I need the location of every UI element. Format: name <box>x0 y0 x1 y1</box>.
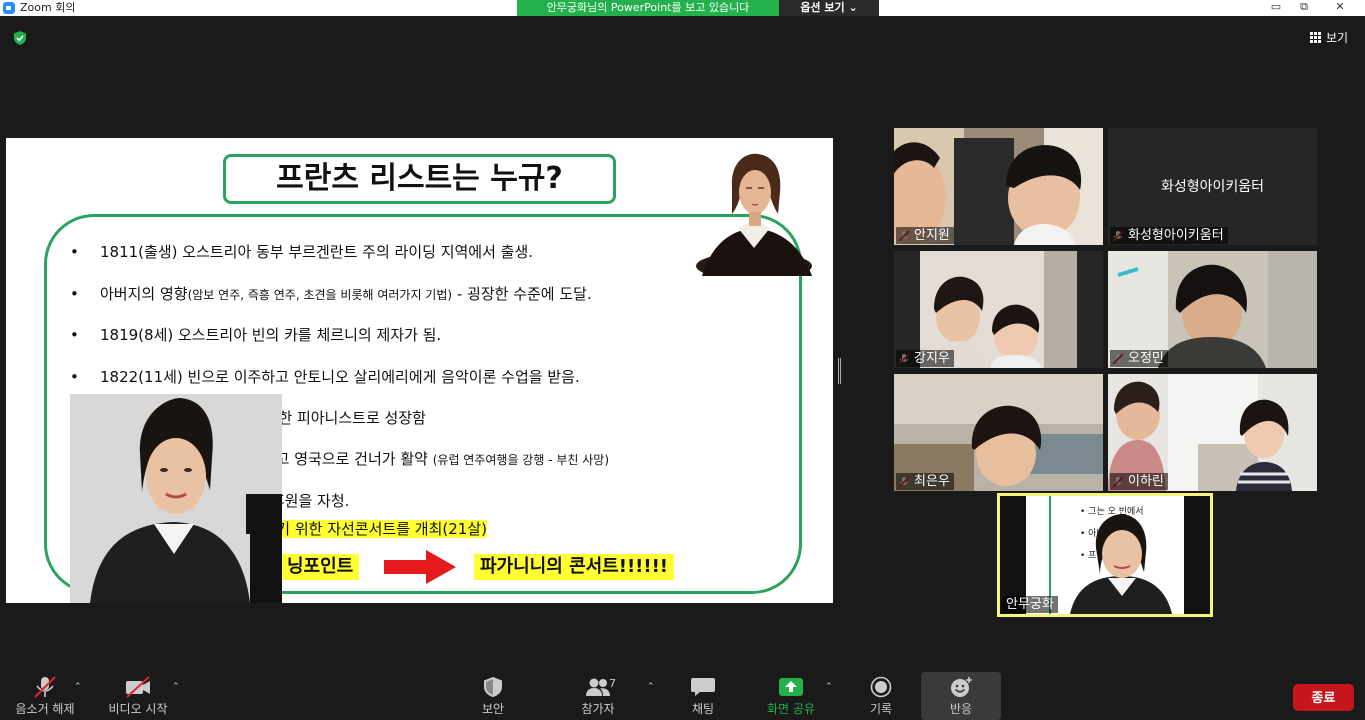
video-options-caret-icon[interactable]: ⌃ <box>172 682 180 692</box>
end-meeting-button[interactable]: 종료 <box>1293 684 1354 711</box>
participants-label: 참가자 <box>581 702 615 716</box>
participant-name: 안지원 <box>896 227 954 244</box>
red-arrow-icon <box>384 550 456 584</box>
view-menu-button[interactable]: 보기 <box>1310 29 1348 46</box>
zoom-meeting-window: Zoom 회의 안무궁화님의 PowerPoint를 보고 있습니다 옵션 보기… <box>0 0 1365 720</box>
video-camera-off-icon <box>126 676 150 698</box>
participant-tile[interactable]: 화성형아이키움터 화성형아이키움터 <box>1108 128 1317 245</box>
close-icon[interactable]: ✕ <box>1326 0 1354 16</box>
record-button[interactable]: 기록 <box>856 668 906 720</box>
view-options-button[interactable]: 옵션 보기 ⌄ <box>779 0 879 16</box>
encryption-shield-icon[interactable] <box>12 30 28 46</box>
participant-name: 오정민 <box>1110 350 1168 367</box>
window-title: Zoom 회의 <box>20 1 76 14</box>
microphone-muted-icon <box>34 676 56 698</box>
share-screen-icon <box>779 678 803 696</box>
participants-button[interactable]: 7 참가자 <box>573 668 623 720</box>
bullet-item: 아버지의 영향(암보 연주, 즉흥 연주, 초견을 비롯해 여러가지 기법) -… <box>70 284 592 305</box>
paganini-concert-text: 파가니니의 콘서트!!!!!! <box>474 554 674 580</box>
start-video-button[interactable]: 비디오 시작 <box>104 668 172 720</box>
participant-name: 이하린 <box>1110 473 1168 490</box>
self-view-tile[interactable]: • 그는 오 빈에서 • 아버지 로 파리 • 프랑 안무궁화 <box>997 493 1213 617</box>
participants-options-caret-icon[interactable]: ⌃ <box>647 682 655 692</box>
restore-icon[interactable]: ⧉ <box>1290 0 1318 16</box>
screen-share-banner: 안무궁화님의 PowerPoint를 보고 있습니다 <box>517 0 779 16</box>
bullet-item: 1819(8세) 오스트리아 빈의 카를 체르니의 제자가 됨. <box>70 325 441 345</box>
shared-screen-slide: 프란츠 리스트는 누규? 1811(출생) 오스트리아 동부 부르겐란트 주의 … <box>6 138 833 603</box>
participant-tile[interactable]: 이하린 <box>1108 374 1317 491</box>
split-view-drag-handle[interactable] <box>838 358 841 384</box>
emoji-reaction-icon <box>951 677 972 697</box>
participant-tile[interactable]: 오정민 <box>1108 251 1317 368</box>
chat-label: 채팅 <box>691 702 715 716</box>
unmute-label: 음소거 해제 <box>15 702 75 716</box>
reactions-button[interactable]: 반응 <box>921 672 1001 720</box>
self-view-name: 안무궁화 <box>1002 596 1058 613</box>
security-button[interactable]: 보안 <box>468 668 518 720</box>
chat-button[interactable]: 채팅 <box>678 668 728 720</box>
liszt-portrait-image <box>696 153 812 276</box>
chat-bubble-icon <box>691 678 715 696</box>
participant-name: 화성형아이키움터 <box>1110 227 1228 244</box>
share-screen-button[interactable]: 화면 공유 <box>760 668 822 720</box>
participant-name: 최은우 <box>896 473 954 490</box>
bullet-item: 1822(11세) 빈으로 이주하고 안토니오 살리에리에게 음악이론 수업을 … <box>70 367 580 387</box>
start-video-label: 비디오 시작 <box>108 702 168 716</box>
security-shield-icon <box>484 677 502 697</box>
title-bar: Zoom 회의 안무궁화님의 PowerPoint를 보고 있습니다 옵션 보기… <box>0 0 1365 16</box>
turning-point-text: 닝포인트 <box>281 554 360 580</box>
meeting-toolbar: 음소거 해제 ⌃ 비디오 시작 ⌃ 보안 7 참가자 ⌃ 채팅 화면 공유 ⌃ … <box>0 668 1365 720</box>
participants-icon <box>586 678 610 696</box>
view-menu-label: 보기 <box>1326 31 1349 45</box>
participant-tile[interactable]: 최은우 <box>894 374 1103 491</box>
audio-options-caret-icon[interactable]: ⌃ <box>74 682 82 692</box>
participant-tile[interactable]: 안지원 <box>894 128 1103 245</box>
security-label: 보안 <box>481 702 505 716</box>
svg-text:• 그는 오 빈에서: • 그는 오 빈에서 <box>1080 506 1144 517</box>
participant-tile[interactable]: 강지우 <box>894 251 1103 368</box>
participant-count-badge: 7 <box>609 677 616 690</box>
participant-gallery: 안지원 화성형아이키움터 화성형아이키움터 강지우 오정민 최은우 이하린 <box>893 128 1317 492</box>
minimize-icon[interactable]: ▭ <box>1262 0 1290 16</box>
zoom-app-icon <box>3 2 15 14</box>
slide-title: 프란츠 리스트는 누규? <box>223 154 616 204</box>
participant-name: 강지우 <box>896 350 954 367</box>
presenter-video-overlay <box>70 394 282 603</box>
grid-view-icon <box>1310 32 1321 43</box>
unmute-button[interactable]: 음소거 해제 <box>10 668 80 720</box>
participant-center-name: 화성형아이키움터 <box>1160 179 1265 195</box>
reactions-label: 반응 <box>949 702 973 716</box>
record-label: 기록 <box>869 702 893 716</box>
share-screen-label: 화면 공유 <box>767 702 815 716</box>
bullet-item: 1811(출생) 오스트리아 동부 부르겐란트 주의 라이딩 지역에서 출생. <box>70 242 533 262</box>
record-icon <box>870 676 892 698</box>
reactions-button-inner: 반응 <box>936 668 986 720</box>
share-options-caret-icon[interactable]: ⌃ <box>825 682 833 692</box>
